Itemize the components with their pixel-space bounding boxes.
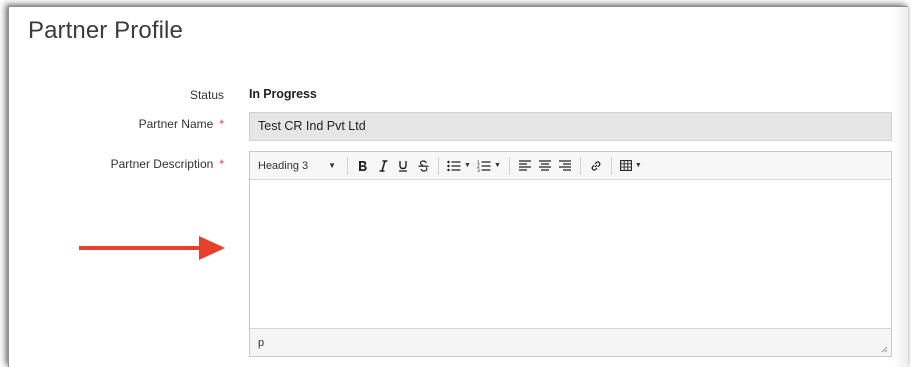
chevron-down-icon: ▼ bbox=[634, 162, 642, 169]
strikethrough-button[interactable] bbox=[413, 156, 433, 176]
required-marker: * bbox=[219, 157, 224, 171]
chevron-down-icon: ▼ bbox=[464, 162, 471, 169]
chevron-down-icon: ▼ bbox=[493, 162, 501, 169]
bold-icon bbox=[359, 160, 367, 171]
align-left-icon bbox=[518, 160, 531, 171]
align-right-icon bbox=[558, 160, 571, 171]
status-value: In Progress bbox=[249, 87, 317, 101]
bold-button[interactable] bbox=[353, 156, 373, 176]
align-center-button[interactable] bbox=[535, 156, 555, 176]
partner-description-label: Partner Description * bbox=[111, 157, 224, 171]
annotation-arrow-icon bbox=[79, 236, 225, 260]
insert-table-button[interactable]: ▼ bbox=[617, 156, 645, 176]
partner-profile-panel: Partner Profile Status In Progress Partn… bbox=[8, 6, 908, 367]
element-path[interactable]: p bbox=[258, 337, 264, 349]
underline-button[interactable] bbox=[393, 156, 413, 176]
resize-handle-icon[interactable] bbox=[880, 345, 888, 353]
page-title: Partner Profile bbox=[28, 17, 183, 44]
required-marker: * bbox=[219, 117, 224, 131]
align-right-button[interactable] bbox=[555, 156, 575, 176]
toolbar-divider bbox=[508, 156, 510, 175]
partner-name-label: Partner Name * bbox=[139, 117, 224, 131]
align-center-icon bbox=[538, 160, 551, 171]
numbered-list-button[interactable]: 123 ▼ bbox=[474, 156, 504, 176]
toolbar-divider bbox=[610, 156, 612, 175]
insert-link-button[interactable] bbox=[586, 156, 606, 176]
toolbar-divider bbox=[579, 156, 581, 175]
align-left-button[interactable] bbox=[515, 156, 535, 176]
editor-toolbar: Heading 3 ▼ ▼ 123 ▼ ▼ bbox=[250, 152, 891, 180]
status-label-text: Status bbox=[189, 88, 224, 102]
link-icon bbox=[591, 160, 601, 171]
block-format-dropdown[interactable]: Heading 3 ▼ bbox=[258, 156, 342, 176]
toolbar-divider bbox=[438, 156, 439, 175]
italic-button[interactable] bbox=[373, 156, 393, 176]
chevron-down-icon: ▼ bbox=[328, 161, 336, 170]
partner-name-label-text: Partner Name bbox=[138, 117, 214, 131]
bullet-list-icon bbox=[447, 160, 461, 171]
toolbar-divider bbox=[347, 156, 348, 175]
strikethrough-icon bbox=[418, 159, 428, 172]
svg-text:3: 3 bbox=[477, 168, 480, 172]
rich-text-editor: Heading 3 ▼ ▼ 123 ▼ ▼ p bbox=[249, 151, 892, 357]
numbered-list-icon: 123 bbox=[477, 160, 491, 172]
italic-icon bbox=[379, 159, 387, 172]
editor-content-area[interactable] bbox=[250, 180, 891, 328]
editor-statusbar: p bbox=[250, 328, 891, 356]
partner-name-field[interactable]: Test CR Ind Pvt Ltd bbox=[249, 112, 892, 141]
partner-description-label-text: Partner Description bbox=[110, 157, 214, 171]
block-format-value: Heading 3 bbox=[258, 159, 309, 172]
status-label: Status bbox=[190, 88, 224, 102]
table-icon bbox=[619, 160, 632, 171]
bullet-list-button[interactable]: ▼ bbox=[444, 156, 474, 176]
underline-icon bbox=[399, 160, 407, 172]
